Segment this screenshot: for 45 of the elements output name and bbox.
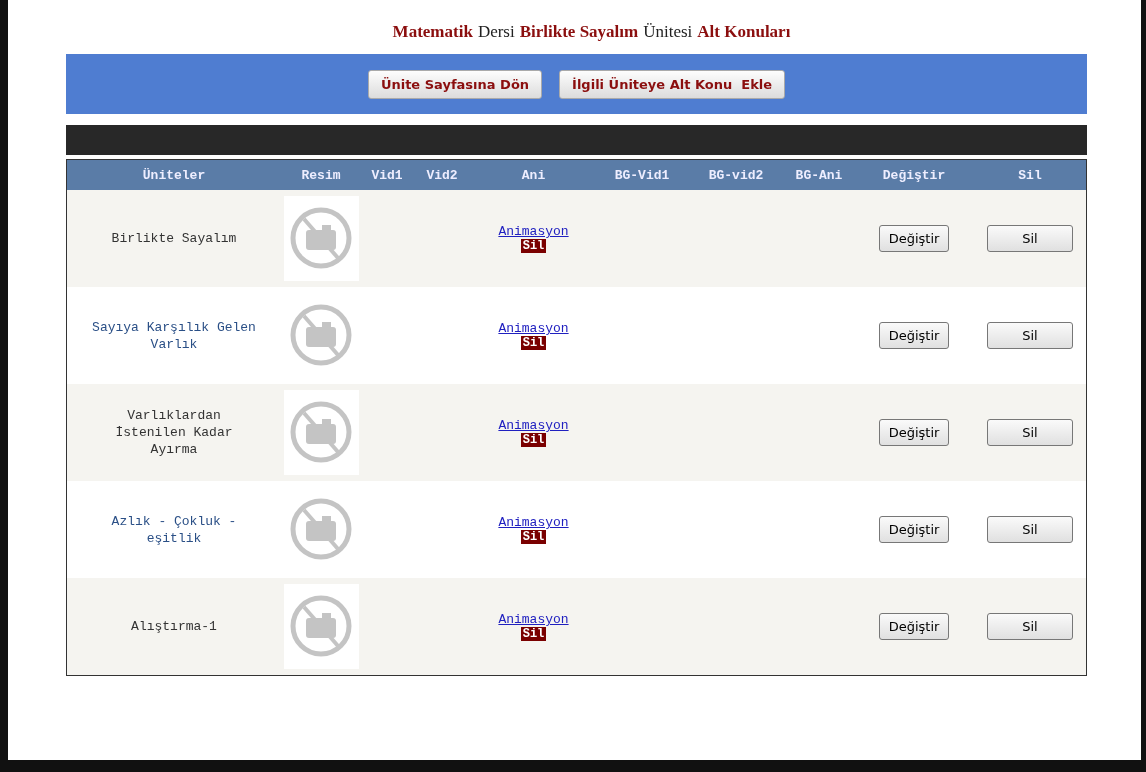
delete-link[interactable]: Sil bbox=[520, 336, 547, 350]
delete-button[interactable]: Sil bbox=[987, 322, 1073, 349]
heading-text: Alt Konuları bbox=[697, 22, 791, 43]
edit-button[interactable]: Değiştir bbox=[879, 322, 949, 349]
no-photo-icon bbox=[283, 584, 359, 669]
no-photo-icon bbox=[283, 390, 359, 475]
edit-button[interactable]: Değiştir bbox=[879, 419, 949, 446]
column-header: Vid2 bbox=[413, 160, 471, 190]
column-header: Sil bbox=[974, 160, 1086, 190]
unit-name: Alıştırma-1 bbox=[131, 618, 217, 635]
delete-button[interactable]: Sil bbox=[987, 225, 1073, 252]
animation-link[interactable]: Animasyon bbox=[498, 515, 569, 530]
delete-link[interactable]: Sil bbox=[520, 627, 547, 641]
heading-text: Dersi bbox=[477, 22, 515, 43]
unit-name: Birlikte Sayalım bbox=[111, 230, 237, 247]
column-header: Resim bbox=[281, 160, 361, 190]
column-header: BG-Vid1 bbox=[596, 160, 688, 190]
column-header: Üniteler bbox=[67, 160, 281, 190]
unit-name: Azlık - Çokluk - eşitlik bbox=[110, 512, 238, 547]
delete-link[interactable]: Sil bbox=[520, 530, 547, 544]
column-header: Vid1 bbox=[361, 160, 413, 190]
edit-button[interactable]: Değiştir bbox=[879, 516, 949, 543]
heading-text: Matematik bbox=[392, 22, 473, 43]
delete-button[interactable]: Sil bbox=[987, 613, 1073, 640]
delete-button[interactable]: Sil bbox=[987, 419, 1073, 446]
unit-name: Varlıklardan İstenilen Kadar Ayırma bbox=[114, 407, 234, 458]
delete-link[interactable]: Sil bbox=[520, 239, 547, 253]
delete-button[interactable]: Sil bbox=[987, 516, 1073, 543]
no-photo-icon bbox=[283, 196, 359, 281]
column-header: Ani bbox=[471, 160, 596, 190]
column-header: BG-Ani bbox=[784, 160, 854, 190]
nav-button[interactable]: Ünite Sayfasına Dön bbox=[367, 69, 543, 99]
animation-link[interactable]: Animasyon bbox=[498, 224, 569, 239]
heading-text: Ünitesi bbox=[643, 22, 693, 43]
delete-link[interactable]: Sil bbox=[520, 433, 547, 447]
animation-link[interactable]: Animasyon bbox=[498, 612, 569, 627]
animation-link[interactable]: Animasyon bbox=[498, 321, 569, 336]
heading-text: Birlikte Sayalım bbox=[519, 22, 639, 43]
column-header: BG-vid2 bbox=[688, 160, 784, 190]
column-header: Değiştir bbox=[854, 160, 974, 190]
edit-button[interactable]: Değiştir bbox=[879, 225, 949, 252]
nav-button[interactable]: İlgili Üniteye Alt Konu Ekle bbox=[559, 69, 786, 99]
animation-link[interactable]: Animasyon bbox=[498, 418, 569, 433]
unit-name: Sayıya Karşılık Gelen Varlık bbox=[91, 318, 257, 353]
edit-button[interactable]: Değiştir bbox=[879, 613, 949, 640]
